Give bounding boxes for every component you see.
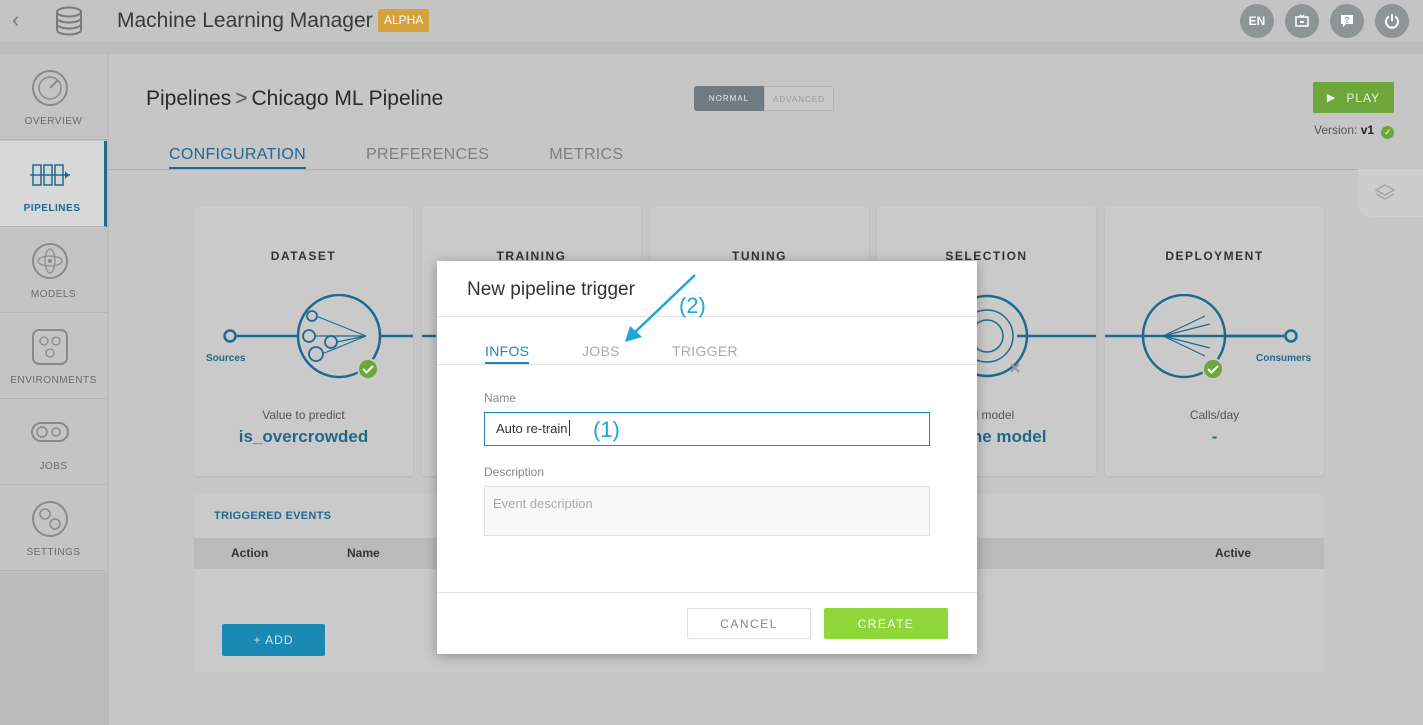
tab-preferences[interactable]: PREFERENCES [366, 146, 489, 169]
tabs-divider [109, 169, 1423, 170]
mode-normal-button[interactable]: NORMAL [694, 86, 764, 111]
sidebar-item-label: ENVIRONMENTS [10, 375, 97, 386]
stage-card-dataset[interactable]: DATASET Sources Value to predict is_over… [194, 206, 413, 476]
add-event-button[interactable]: + ADD [222, 624, 325, 656]
mode-advanced-button[interactable]: ADVANCED [764, 86, 834, 111]
text-caret [568, 420, 570, 436]
stage-title: DEPLOYMENT [1165, 249, 1264, 263]
description-input[interactable]: Event description [484, 486, 930, 536]
triggered-events-title: TRIGGERED EVENTS [214, 510, 332, 522]
sidebar-item-settings[interactable]: SETTINGS [0, 485, 107, 571]
sidebar-item-jobs[interactable]: JOBS [0, 399, 107, 485]
sidebar-item-label: PIPELINES [23, 203, 81, 214]
stage-title: DATASET [270, 249, 337, 263]
database-icon[interactable] [52, 4, 86, 38]
breadcrumb-current: Chicago ML Pipeline [251, 87, 444, 110]
top-bar: ‹ Machine Learning Manager ALPHA EN ? [0, 0, 1423, 42]
version-value: v1 [1360, 123, 1375, 137]
power-icon[interactable] [1375, 4, 1409, 38]
modal-tab-infos[interactable]: INFOS [485, 343, 530, 364]
presentation-icon[interactable] [1285, 4, 1319, 38]
sidebar-item-overview[interactable]: OVERVIEW [0, 54, 107, 140]
deployment-diagram-icon [1105, 294, 1298, 380]
atom-icon [32, 243, 68, 279]
app-title: Machine Learning Manager [117, 9, 373, 32]
sidebar-item-models[interactable]: MODELS [0, 227, 107, 313]
sidebar-item-label: OVERVIEW [24, 116, 83, 127]
layers-tab[interactable] [1358, 169, 1423, 217]
name-input-value: Auto re-train [496, 421, 568, 436]
description-placeholder: Event description [493, 496, 593, 511]
tab-metrics[interactable]: METRICS [549, 146, 623, 169]
modal-title: New pipeline trigger [467, 279, 635, 300]
play-icon: ▶ [1326, 92, 1337, 104]
column-active: Active [1215, 546, 1252, 560]
main-tabs: CONFIGURATION PREFERENCES METRICS [169, 146, 683, 169]
sidebar-item-environments[interactable]: ENVIRONMENTS [0, 313, 107, 399]
breadcrumb-root[interactable]: Pipelines [146, 87, 231, 110]
hexagon-network-icon [32, 329, 68, 365]
modal-footer-divider [437, 592, 977, 593]
sources-label: Sources [206, 353, 246, 364]
modal-tabs-divider [437, 364, 977, 365]
dataset-diagram-icon [223, 294, 413, 380]
settings-gears-icon [32, 501, 68, 537]
breadcrumb-separator: > [235, 87, 248, 110]
check-icon: ✓ [1381, 126, 1395, 139]
alpha-badge: ALPHA [378, 9, 430, 32]
layers-icon [1374, 184, 1396, 200]
breadcrumb: Pipelines > Chicago ML Pipeline [146, 87, 443, 111]
pipeline-icon [30, 164, 70, 186]
annotation-two: (2) [679, 293, 706, 318]
play-button[interactable]: ▶ PLAY [1313, 82, 1394, 113]
cancel-button[interactable]: CANCEL [687, 608, 811, 639]
stage-value: - [1211, 427, 1218, 446]
gears-icon [31, 422, 69, 442]
sidebar-item-label: JOBS [39, 461, 68, 472]
svg-text:?: ? [1345, 16, 1350, 25]
tab-configuration[interactable]: CONFIGURATION [169, 146, 306, 169]
help-chat-icon[interactable]: ? [1330, 4, 1364, 38]
left-sidebar: OVERVIEW PIPELINES MODELS ENVIRONMENTS J… [0, 54, 107, 572]
name-label: Name [484, 391, 517, 405]
annotation-one: (1) [593, 417, 620, 442]
version-label: Version: [1314, 123, 1358, 137]
play-label: PLAY [1346, 90, 1381, 105]
create-button[interactable]: CREATE [824, 608, 948, 639]
description-label: Description [484, 465, 545, 479]
consumers-label: Consumers [1256, 353, 1312, 364]
stage-value[interactable]: is_overcrowded [194, 427, 413, 447]
version-info: Version: v1 ✓ [1314, 123, 1395, 139]
stage-card-deployment[interactable]: DEPLOYMENT Consumers Calls/day - [1105, 206, 1324, 476]
column-action: Action [231, 546, 269, 560]
name-input[interactable]: Auto re-train [484, 412, 930, 446]
sidebar-item-label: MODELS [30, 289, 77, 300]
back-icon[interactable]: ‹ [12, 8, 30, 32]
stage-subtitle: Value to predict [262, 408, 345, 422]
gauge-icon [32, 70, 68, 106]
stage-subtitle: Calls/day [1189, 408, 1240, 422]
sidebar-item-label: SETTINGS [26, 547, 81, 558]
language-button[interactable]: EN [1240, 4, 1274, 38]
column-name: Name [347, 546, 380, 560]
mode-toggle: NORMAL ADVANCED [694, 86, 834, 111]
modal-tab-jobs[interactable]: JOBS [582, 343, 620, 359]
sidebar-item-pipelines[interactable]: PIPELINES [0, 141, 107, 227]
